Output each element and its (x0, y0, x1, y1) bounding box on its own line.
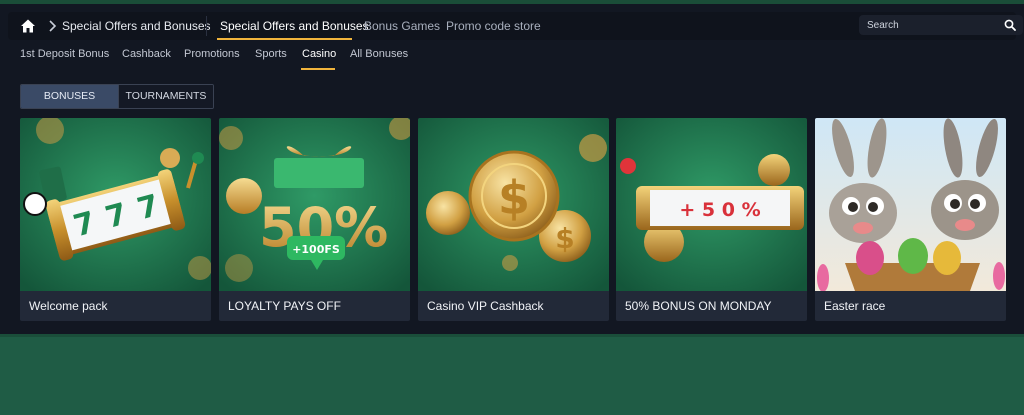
promo-card-title: Casino VIP Cashback (427, 299, 544, 313)
free-spins-badge: +100FS (292, 243, 340, 256)
promo-card-title: Easter race (824, 299, 886, 313)
promo-card-easter-race[interactable]: Easter race (815, 118, 1006, 321)
reel-fifty-percent-text: + 5 0 % (679, 199, 760, 221)
promo-card-welcome-pack[interactable]: 7 7 7 Welcome pack (20, 118, 211, 321)
bonuses-toggle-button[interactable]: BONUSES (21, 85, 118, 108)
subtab-1st-deposit-bonus[interactable]: 1st Deposit Bonus (20, 48, 109, 60)
subtab-all-bonuses[interactable]: All Bonuses (350, 48, 408, 60)
subtab-cashback[interactable]: Cashback (122, 48, 171, 60)
home-icon[interactable] (20, 18, 36, 34)
breadcrumb-label[interactable]: Special Offers and Bonuses (62, 19, 211, 33)
promo-card-loyalty-pays-off[interactable]: 50% +100FS LOYALTY PAYS OFF (219, 118, 410, 321)
slot-reel-illustration: + 5 0 % (616, 118, 807, 291)
svg-text:$: $ (498, 171, 530, 225)
promo-card-50-bonus-on-monday[interactable]: + 5 0 % 50% BONUS ON MONDAY (616, 118, 807, 321)
gift-box-illustration: 50% +100FS (219, 118, 410, 291)
search-input[interactable] (859, 15, 999, 35)
promo-card-title: LOYALTY PAYS OFF (228, 299, 341, 313)
search-icon[interactable] (1004, 19, 1016, 31)
subtab-promotions[interactable]: Promotions (184, 48, 240, 60)
subtab-casino[interactable]: Casino (302, 48, 336, 60)
svg-text:$: $ (555, 222, 574, 255)
chevron-right-icon (49, 20, 57, 32)
dollar-coins-illustration: $ $ (418, 118, 609, 291)
tab-promo-code-store[interactable]: Promo code store (446, 19, 541, 33)
easter-bunnies-illustration (815, 118, 1006, 291)
search-box (859, 15, 1023, 35)
active-tab-indicator (217, 38, 352, 40)
tournaments-toggle-button[interactable]: TOURNAMENTS (118, 85, 213, 108)
promotions-panel: Special Offers and Bonuses Special Offer… (0, 4, 1024, 334)
promo-card-title: 50% BONUS ON MONDAY (625, 299, 772, 313)
tab-special-offers[interactable]: Special Offers and Bonuses (220, 19, 369, 33)
tab-bonus-games[interactable]: Bonus Games (364, 19, 440, 33)
top-navigation: Special Offers and Bonuses Special Offer… (8, 12, 1023, 40)
page-background (0, 334, 1024, 415)
divider (206, 16, 207, 36)
slot-machine-illustration: 7 7 7 (20, 118, 211, 291)
subtab-sports[interactable]: Sports (255, 48, 287, 60)
promo-card-casino-vip-cashback[interactable]: $ $ Casino VIP Cashback (418, 118, 609, 321)
promo-card-title: Welcome pack (29, 299, 108, 313)
bonus-type-toggle: BONUSES TOURNAMENTS (20, 84, 214, 109)
active-subtab-indicator (301, 68, 335, 70)
